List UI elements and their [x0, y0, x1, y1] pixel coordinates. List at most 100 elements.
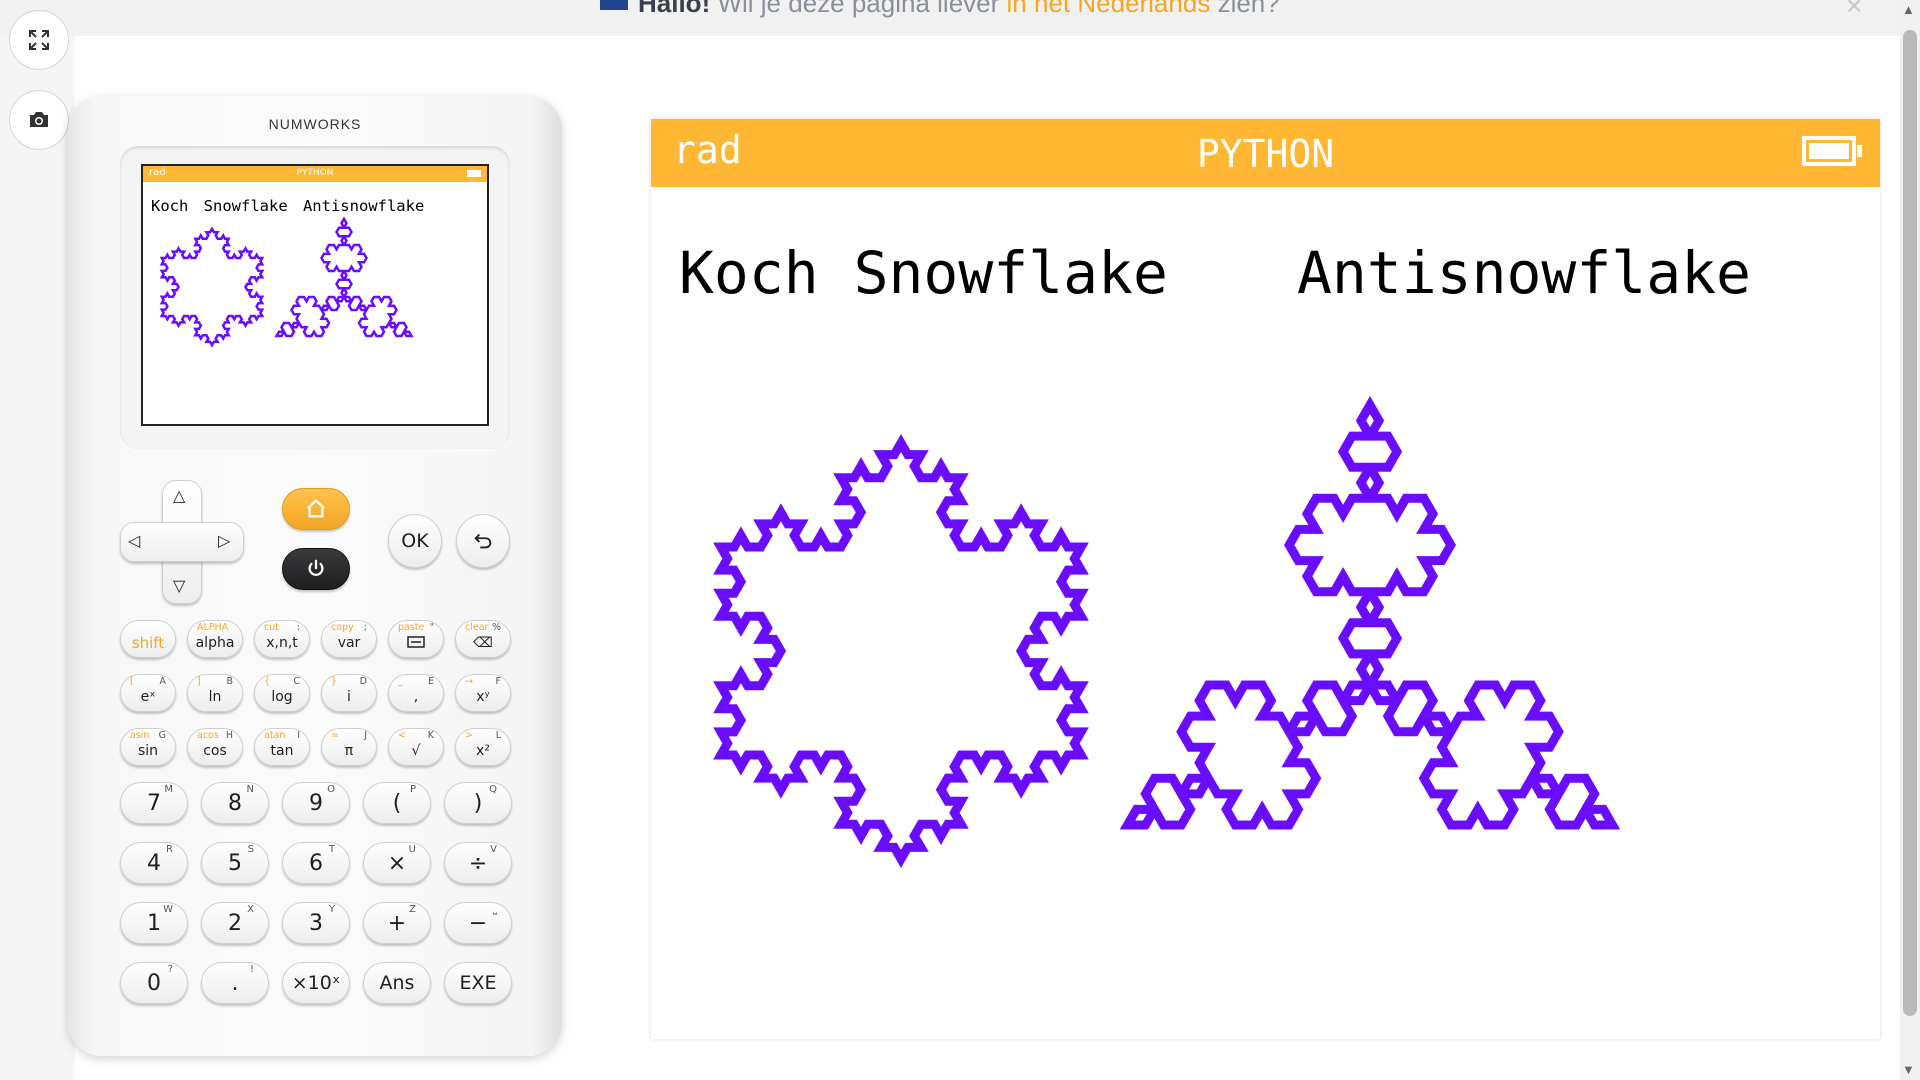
key-alpha-label: ⎵: [493, 904, 497, 915]
key-row4-3[interactable]: (P: [363, 782, 431, 824]
key-secondary-label: →: [465, 676, 473, 687]
key-label: tan: [270, 743, 294, 759]
key-row1-0[interactable]: shift: [120, 620, 176, 658]
key-label: 4: [147, 850, 161, 876]
mini-fractals: [159, 216, 414, 348]
key-row4-2[interactable]: 9O: [282, 782, 350, 824]
key-row5-2[interactable]: 6T: [282, 842, 350, 884]
key-row2-3[interactable]: i} D: [321, 674, 377, 712]
key-row6-0[interactable]: 1W: [120, 902, 188, 944]
key-row2-1[interactable]: ln] B: [187, 674, 243, 712]
banner-close-button[interactable]: ×: [1846, 0, 1862, 22]
key-row7-1[interactable]: .!: [201, 962, 269, 1004]
key-row3-5[interactable]: x² > L: [455, 728, 511, 766]
ok-button[interactable]: OK: [388, 514, 442, 568]
key-alpha-label: Q: [489, 784, 497, 795]
key-row2-0[interactable]: eˣ [A: [120, 674, 176, 712]
key-alpha-label: F: [495, 676, 501, 687]
key-row3-1[interactable]: cos acos H: [187, 728, 243, 766]
scrollbar-thumb[interactable]: [1903, 30, 1917, 1016]
power-icon: [308, 559, 324, 576]
home-button[interactable]: [282, 488, 350, 530]
calculator: NUMWORKS rad PYTHON Koch Snowflake Antis…: [68, 96, 562, 1056]
scroll-down-arrow[interactable]: ▼: [1902, 1062, 1915, 1077]
arrow-left-button[interactable]: ◁: [128, 531, 140, 551]
mini-koch-snowflake: [159, 226, 265, 348]
key-row6-4[interactable]: − ⎵: [444, 902, 512, 944]
key-label: alpha: [195, 635, 235, 651]
antisnowflake: [1119, 395, 1621, 830]
key-alpha-label: D: [359, 676, 367, 687]
koch-snowflake: [713, 434, 1089, 868]
key-row4-4[interactable]: ) Q: [444, 782, 512, 824]
key-row7-4[interactable]: EXE: [444, 962, 512, 1004]
key-label: log: [271, 689, 293, 705]
key-label: 9: [309, 790, 323, 816]
key-label: [407, 635, 425, 652]
key-label: ÷: [468, 850, 488, 876]
key-alpha-label: ;: [363, 622, 367, 633]
scroll-up-arrow[interactable]: ▲: [1902, 2, 1915, 17]
key-row2-5[interactable]: xʸ → F: [455, 674, 511, 712]
key-label: EXE: [459, 972, 497, 994]
key-row4-1[interactable]: 8N: [201, 782, 269, 824]
key-secondary-label: asin: [130, 730, 150, 741]
key-label: var: [337, 635, 361, 651]
key-alpha-label: L: [495, 730, 501, 741]
key-row6-2[interactable]: 3Y: [282, 902, 350, 944]
home-icon: [307, 499, 325, 518]
key-row5-3[interactable]: × U: [363, 842, 431, 884]
key-label: shift: [131, 634, 165, 652]
key-alpha-label: W: [163, 904, 173, 915]
back-button[interactable]: [456, 514, 510, 568]
arrow-down-button[interactable]: ▽: [173, 576, 185, 596]
key-secondary-label: _: [398, 676, 403, 687]
key-label: ): [473, 790, 483, 816]
brand-logo: NUMWORKS: [268, 116, 362, 132]
key-row1-5[interactable]: ⌫ clear%: [455, 620, 511, 658]
key-secondary-label: acos: [197, 730, 219, 741]
key-alpha-label: O: [327, 784, 335, 795]
fullscreen-button[interactable]: [9, 10, 69, 70]
key-row5-4[interactable]: ÷ V: [444, 842, 512, 884]
key-row5-1[interactable]: 5S: [201, 842, 269, 884]
key-row1-4[interactable]: paste ": [388, 620, 444, 658]
back-arrow-icon: [474, 533, 492, 549]
key-secondary-label: [: [130, 676, 134, 687]
power-button[interactable]: [282, 548, 350, 590]
arrow-up-button[interactable]: △: [173, 486, 185, 506]
key-secondary-label: }: [331, 676, 338, 687]
key-row3-0[interactable]: sin asin G: [120, 728, 176, 766]
key-alpha-label: G: [158, 730, 166, 741]
arrow-right-button[interactable]: ▷: [218, 531, 230, 551]
key-row4-0[interactable]: 7M: [120, 782, 188, 824]
key-row1-3[interactable]: var copy;: [321, 620, 377, 658]
camera-icon: [30, 112, 48, 127]
key-alpha-label: B: [226, 676, 233, 687]
key-label: sin: [137, 743, 159, 759]
key-row2-2[interactable]: log{C: [254, 674, 310, 712]
key-row3-4[interactable]: √ < K: [388, 728, 444, 766]
key-row6-1[interactable]: 2X: [201, 902, 269, 944]
key-row7-0[interactable]: 0?: [120, 962, 188, 1004]
key-row3-2[interactable]: tan atan I: [254, 728, 310, 766]
key-label: 1: [147, 910, 161, 936]
key-label: 2: [228, 910, 242, 936]
key-row2-4[interactable]: , _ E: [388, 674, 444, 712]
screenshot-button[interactable]: [9, 90, 69, 150]
key-label: xʸ: [476, 689, 490, 705]
key-row7-2[interactable]: ×10ˣ: [282, 962, 350, 1004]
key-alpha-label: E: [427, 676, 434, 687]
key-row1-1[interactable]: alpha ALPHA: [187, 620, 243, 658]
key-row1-2[interactable]: x,n,t cut:: [254, 620, 310, 658]
key-row3-3[interactable]: π = J: [321, 728, 377, 766]
key-label: 5: [228, 850, 242, 876]
key-alpha-label: J: [364, 730, 367, 741]
key-alpha-label: V: [490, 844, 497, 855]
key-row7-3[interactable]: Ans: [363, 962, 431, 1004]
key-row5-0[interactable]: 4R: [120, 842, 188, 884]
key-alpha-label: I: [297, 730, 300, 741]
key-row6-3[interactable]: + Z: [363, 902, 431, 944]
key-alpha-label: R: [166, 844, 173, 855]
banner-language-link[interactable]: in het Nederlands: [1007, 0, 1211, 18]
